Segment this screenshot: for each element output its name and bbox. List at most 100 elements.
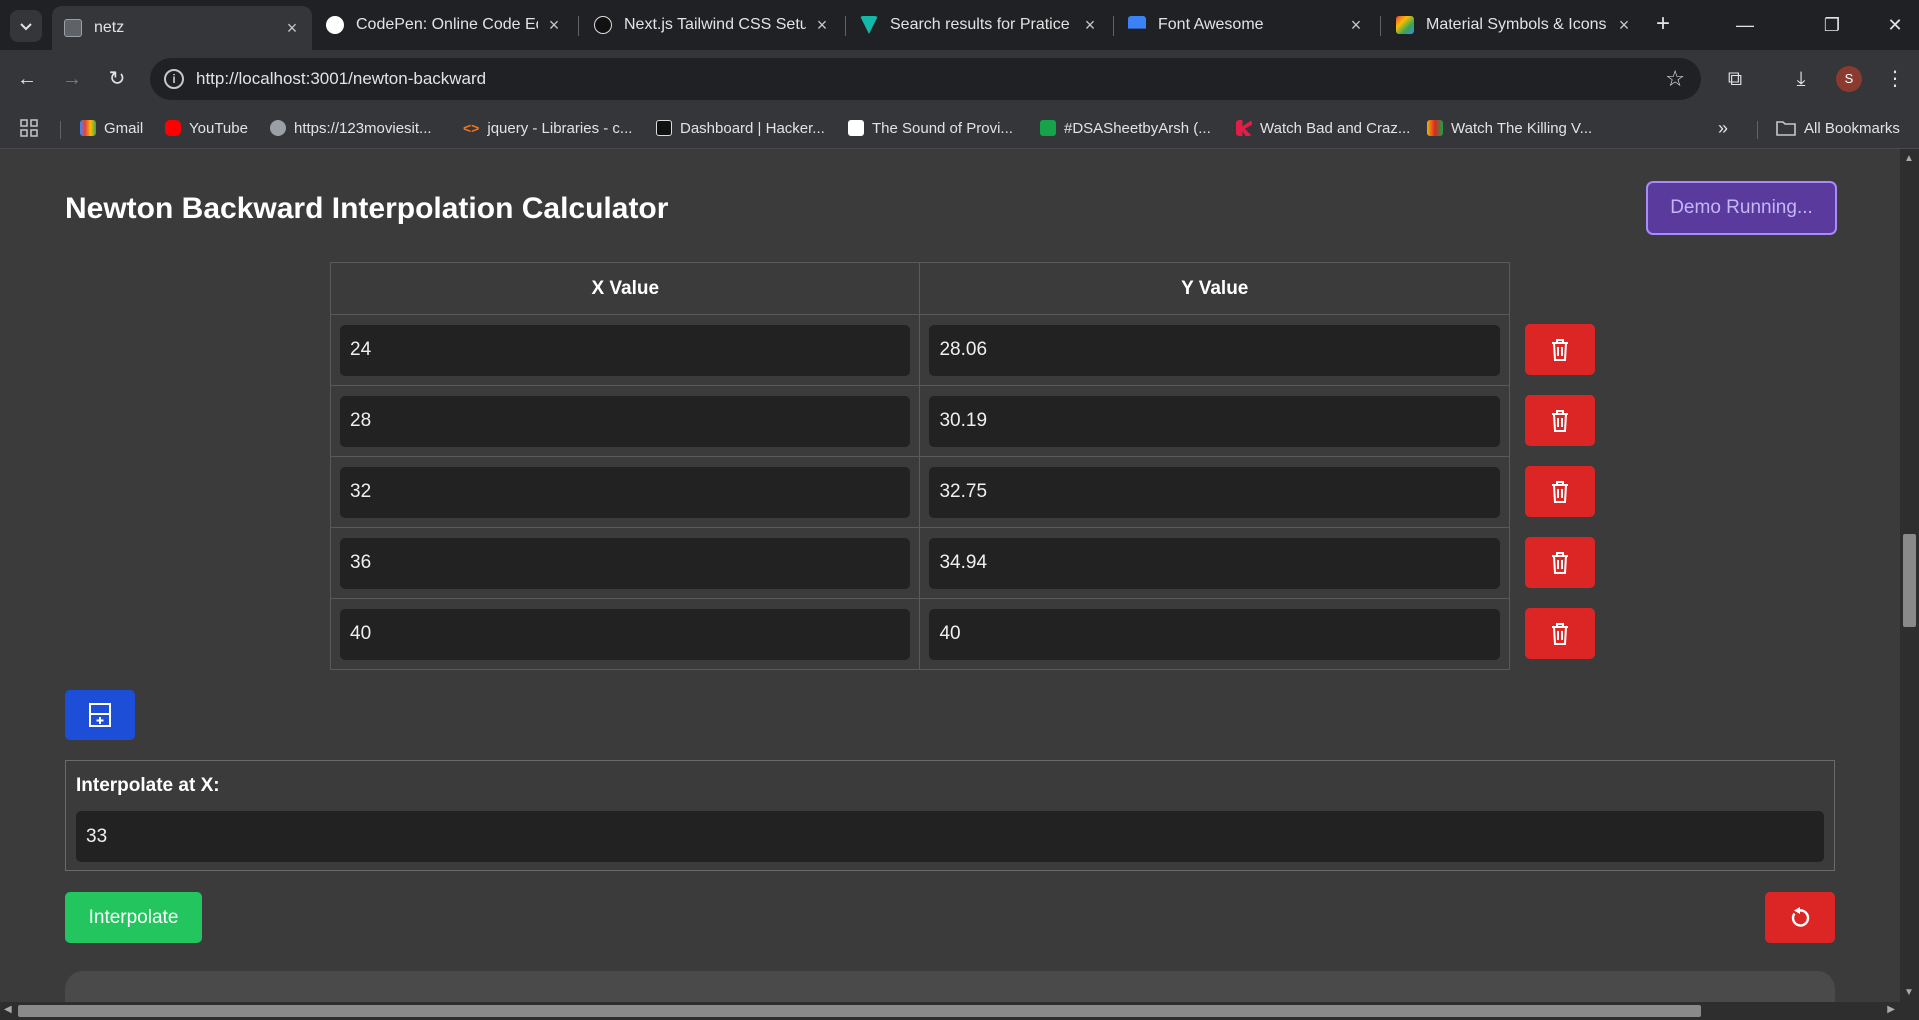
openai-favicon-icon xyxy=(594,16,612,34)
data-points-table: X Value Y Value 24 28.06 28 30.19 32 32.… xyxy=(329,262,1510,670)
browser-toolbar: ← → ↻ i http://localhost:3001/newton-bac… xyxy=(0,50,1919,108)
close-window-button[interactable]: ✕ xyxy=(1875,10,1915,40)
tab-search-results[interactable]: Search results for Pratice - × xyxy=(848,6,1110,44)
x-value-input[interactable]: 24 xyxy=(340,324,911,376)
interpolate-button[interactable]: Interpolate xyxy=(65,892,202,943)
bookmark-sound-of-provi[interactable]: The Sound of Provi... xyxy=(848,117,1013,139)
bookmark-label: Gmail xyxy=(104,119,144,137)
tab-search-button[interactable] xyxy=(10,10,42,42)
bookmark-youtube[interactable]: YouTube xyxy=(165,117,248,139)
y-value-input[interactable]: 28.06 xyxy=(929,324,1500,376)
y-value-input[interactable]: 34.94 xyxy=(929,537,1500,589)
tab-title: Material Symbols & Icons - xyxy=(1426,16,1608,33)
bookmark-123movies[interactable]: https://123moviesit... xyxy=(270,117,432,139)
tab-codepen[interactable]: CodePen: Online Code Edit × xyxy=(314,6,574,44)
tab-title: netz xyxy=(94,19,125,36)
horizontal-scroll-thumb[interactable] xyxy=(18,1005,1701,1017)
bookmark-killing-v[interactable]: Watch The Killing V... xyxy=(1427,117,1592,139)
delete-row-button[interactable] xyxy=(1525,608,1595,659)
scroll-left-arrow-icon[interactable]: ◀ xyxy=(4,1004,12,1015)
close-icon[interactable]: × xyxy=(1616,16,1632,34)
interpolate-panel: Interpolate at X: 33 xyxy=(65,760,1835,871)
table-header-row: X Value Y Value xyxy=(329,262,1510,315)
x-value-header: X Value xyxy=(329,262,921,315)
reload-button[interactable]: ↻ xyxy=(102,64,132,94)
hackerrank-icon xyxy=(656,120,672,136)
more-bookmarks-chevron-icon[interactable]: » xyxy=(1718,117,1728,139)
profile-avatar[interactable]: S xyxy=(1836,66,1862,92)
y-value-input[interactable]: 30.19 xyxy=(929,395,1500,447)
all-bookmarks-button[interactable]: All Bookmarks xyxy=(1776,117,1900,139)
restore-button[interactable]: ❐ xyxy=(1812,10,1852,40)
bookmark-jquery[interactable]: <> jquery - Libraries - c... xyxy=(463,117,632,139)
page-favicon-icon xyxy=(64,19,82,37)
scroll-up-arrow-icon[interactable]: ▲ xyxy=(1904,153,1914,164)
y-value-input[interactable]: 32.75 xyxy=(929,466,1500,518)
forward-button[interactable]: → xyxy=(57,64,87,94)
trash-icon xyxy=(1552,622,1568,645)
address-bar[interactable]: i http://localhost:3001/newton-backward … xyxy=(150,58,1701,100)
bookmark-label: Dashboard | Hacker... xyxy=(680,119,825,137)
close-icon[interactable]: × xyxy=(546,16,562,34)
add-row-button[interactable] xyxy=(65,690,135,740)
x-value-input[interactable]: 40 xyxy=(340,608,911,660)
scroll-right-arrow-icon[interactable]: ▶ xyxy=(1887,1004,1895,1015)
scroll-down-arrow-icon[interactable]: ▼ xyxy=(1904,987,1914,998)
tab-font-awesome[interactable]: Font Awesome × xyxy=(1116,6,1376,44)
bookmark-label: https://123moviesit... xyxy=(294,119,432,137)
close-icon[interactable]: × xyxy=(1348,16,1364,34)
tab-material-symbols[interactable]: Material Symbols & Icons - × xyxy=(1384,6,1644,44)
youtube-icon xyxy=(165,120,181,136)
sheets-icon xyxy=(1040,120,1056,136)
trash-icon xyxy=(1552,409,1568,432)
table-row: 40 40 xyxy=(329,598,1510,670)
menu-icon[interactable]: ⋮ xyxy=(1880,64,1910,94)
delete-row-button[interactable] xyxy=(1525,395,1595,446)
url-text[interactable]: http://localhost:3001/newton-backward xyxy=(196,69,486,89)
tab-separator xyxy=(578,16,579,36)
delete-row-button[interactable] xyxy=(1525,324,1595,375)
y-value-header: Y Value xyxy=(919,262,1510,315)
extensions-icon[interactable]: ⧉ xyxy=(1720,64,1750,94)
table-row: 28 30.19 xyxy=(329,385,1510,457)
y-value-input[interactable]: 40 xyxy=(929,608,1500,660)
close-icon[interactable]: × xyxy=(284,19,300,37)
reset-button[interactable] xyxy=(1765,892,1835,943)
download-icon[interactable]: ⤓ xyxy=(1786,64,1816,94)
tab-nextjs[interactable]: Next.js Tailwind CSS Setup × xyxy=(582,6,842,44)
demo-running-button[interactable]: Demo Running... xyxy=(1646,181,1837,235)
bookmark-label: jquery - Libraries - c... xyxy=(487,119,633,137)
minimize-button[interactable]: — xyxy=(1725,10,1765,40)
interpolate-x-input[interactable]: 33 xyxy=(76,811,1824,862)
vertical-scroll-thumb[interactable] xyxy=(1903,534,1916,627)
star-icon[interactable]: ☆ xyxy=(1665,66,1685,92)
info-icon[interactable]: i xyxy=(164,69,184,89)
trash-icon xyxy=(1552,551,1568,574)
bookmark-hackerrank[interactable]: Dashboard | Hacker... xyxy=(656,117,825,139)
bookmark-label: The Sound of Provi... xyxy=(872,119,1013,137)
x-value-input[interactable]: 36 xyxy=(340,537,911,589)
browser-chrome: netz × CodePen: Online Code Edit × Next.… xyxy=(0,0,1919,149)
close-icon[interactable]: × xyxy=(1082,16,1098,34)
interpolate-label: Interpolate at X: xyxy=(76,775,220,796)
vercel-favicon-icon xyxy=(860,16,878,34)
delete-row-button[interactable] xyxy=(1525,537,1595,588)
bookmark-dsasheet[interactable]: #DSASheetbyArsh (... xyxy=(1040,117,1211,139)
trash-icon xyxy=(1552,338,1568,361)
horizontal-scrollbar[interactable]: ◀ ▶ xyxy=(0,1002,1919,1020)
apps-grid-icon[interactable] xyxy=(20,117,38,139)
tab-netz[interactable]: netz × xyxy=(52,6,312,50)
folder-icon xyxy=(1776,121,1796,136)
chevron-down-icon xyxy=(20,23,32,31)
bookmark-bad-and-crazy[interactable]: Watch Bad and Craz... xyxy=(1236,117,1410,139)
back-button[interactable]: ← xyxy=(12,64,42,94)
tab-title: CodePen: Online Code Edit xyxy=(356,16,538,33)
x-value-input[interactable]: 32 xyxy=(340,466,911,518)
add-row-icon xyxy=(89,703,111,727)
bookmark-gmail[interactable]: Gmail xyxy=(80,117,143,139)
x-value-input[interactable]: 28 xyxy=(340,395,911,447)
close-icon[interactable]: × xyxy=(814,16,830,34)
vertical-scrollbar[interactable]: ▲ ▼ xyxy=(1900,149,1919,1002)
delete-row-button[interactable] xyxy=(1525,466,1595,517)
new-tab-button[interactable]: + xyxy=(1650,12,1676,38)
